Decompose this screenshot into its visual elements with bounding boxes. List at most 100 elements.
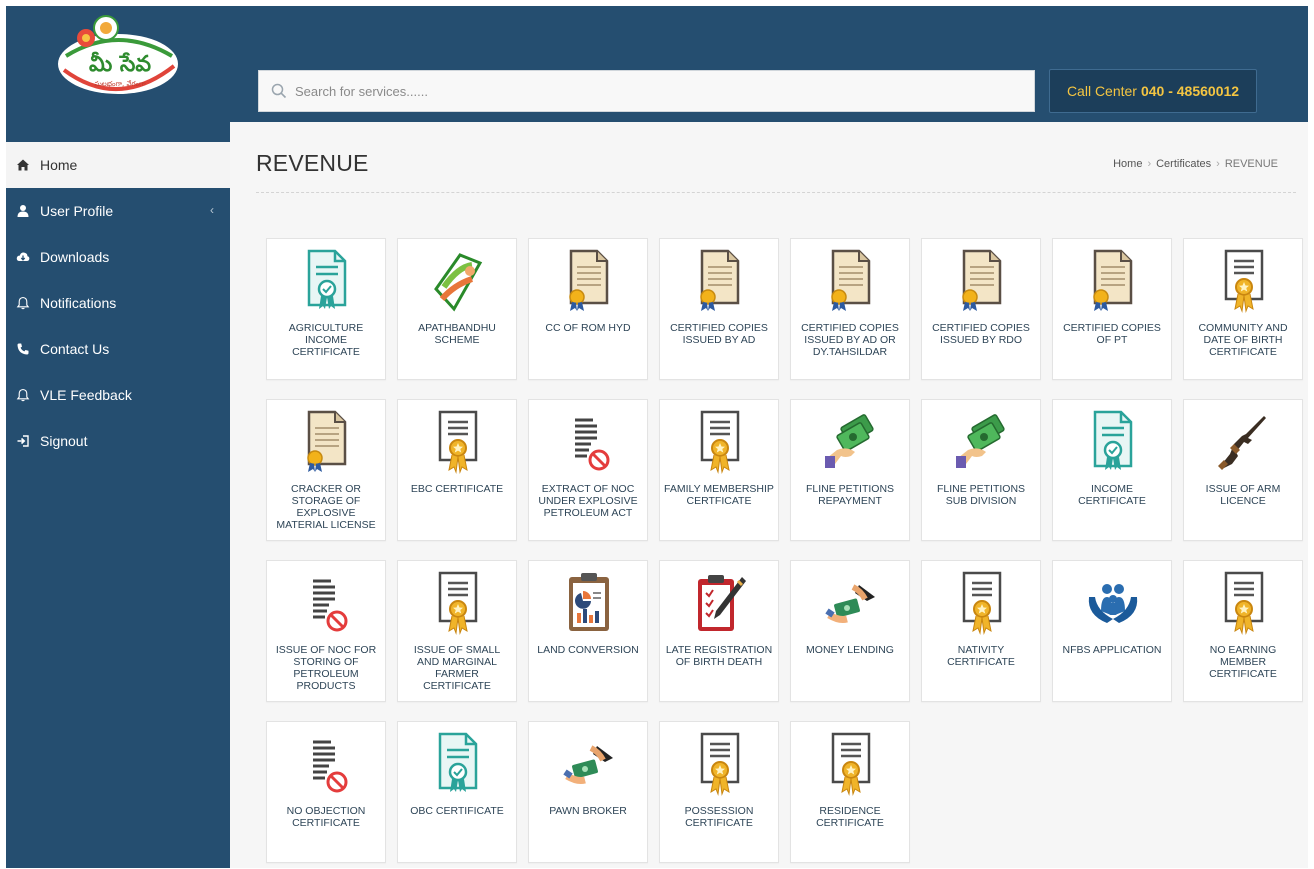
certificate-medal-icon bbox=[1218, 249, 1270, 313]
logo-tagline: సులభంగా, వేగంగా bbox=[94, 80, 146, 88]
search-input[interactable] bbox=[293, 82, 997, 100]
service-label: INCOME CERTIFICATE bbox=[1078, 483, 1146, 507]
service-label: APATHBANDHU SCHEME bbox=[418, 322, 496, 346]
rifle-icon bbox=[1218, 410, 1270, 474]
money-exchange-icon bbox=[825, 571, 877, 635]
document-ribbon-icon bbox=[563, 249, 615, 313]
sidebar-item-contact-us[interactable]: Contact Us bbox=[6, 326, 230, 372]
service-label: EXTRACT OF NOC UNDER EXPLOSIVE PETROLEUM… bbox=[538, 483, 638, 519]
service-tile[interactable]: NO OBJECTION CERTIFICATE bbox=[266, 721, 386, 863]
teal-certificate-icon bbox=[301, 249, 353, 313]
sidebar-item-home[interactable]: Home bbox=[6, 142, 230, 188]
sidebar-item-label: Signout bbox=[40, 433, 88, 449]
clipboard-chart-icon bbox=[563, 571, 615, 635]
service-label: CERTIFIED COPIES ISSUED BY RDO bbox=[932, 322, 1030, 346]
service-tile[interactable]: INCOME CERTIFICATE bbox=[1052, 399, 1172, 541]
service-tile[interactable]: EBC CERTIFICATE bbox=[397, 399, 517, 541]
teal-certificate-icon bbox=[1087, 410, 1139, 474]
logo-text: మీ సేవ bbox=[89, 51, 151, 77]
service-label: OBC CERTIFICATE bbox=[410, 805, 504, 817]
call-center-number: 040 - 48560012 bbox=[1140, 83, 1240, 99]
sidebar-item-notifications[interactable]: Notifications bbox=[6, 280, 230, 326]
service-tile[interactable]: PAWN BROKER bbox=[528, 721, 648, 863]
service-label: CERTIFIED COPIES ISSUED BY AD bbox=[670, 322, 768, 346]
sidebar-item-downloads[interactable]: Downloads bbox=[6, 234, 230, 280]
sidebar-item-label: Home bbox=[40, 157, 78, 173]
sidebar-item-vle-feedback[interactable]: VLE Feedback bbox=[6, 372, 230, 418]
service-tile[interactable]: CRACKER OR STORAGE OF EXPLOSIVE MATERIAL… bbox=[266, 399, 386, 541]
chevron-left-icon[interactable]: ‹ bbox=[210, 203, 214, 217]
sidebar-item-label: Notifications bbox=[40, 295, 117, 311]
no-document-icon bbox=[563, 410, 615, 474]
document-ribbon-icon bbox=[694, 249, 746, 313]
call-center-label: Call Center bbox=[1066, 83, 1137, 99]
service-tile[interactable]: ISSUE OF SMALL AND MARGINAL FARMER CERTI… bbox=[397, 560, 517, 702]
bell-icon bbox=[16, 296, 30, 310]
service-tile[interactable]: APATHBANDHU SCHEME bbox=[397, 238, 517, 380]
service-label: AGRICULTURE INCOME CERTIFICATE bbox=[288, 322, 364, 358]
no-document-icon bbox=[301, 571, 353, 635]
service-tile[interactable]: CERTIFIED COPIES OF PT bbox=[1052, 238, 1172, 380]
sidebar-item-label: Contact Us bbox=[40, 341, 110, 357]
service-tile[interactable]: NO EARNING MEMBER CERTIFICATE bbox=[1183, 560, 1303, 702]
certificate-medal-icon bbox=[825, 732, 877, 796]
breadcrumb-certificates[interactable]: Certificates bbox=[1156, 158, 1211, 170]
service-label: CC OF ROM HYD bbox=[545, 322, 631, 334]
page-title: REVENUE bbox=[256, 150, 369, 176]
no-document-icon bbox=[301, 732, 353, 796]
service-tile[interactable]: MONEY LENDING bbox=[790, 560, 910, 702]
service-label: RESIDENCE CERTIFICATE bbox=[816, 805, 884, 829]
service-tile[interactable]: NATIVITY CERTIFICATE bbox=[921, 560, 1041, 702]
sidebar-item-label: User Profile bbox=[40, 203, 114, 219]
helping-hand-icon bbox=[432, 249, 484, 313]
service-label: ISSUE OF SMALL AND MARGINAL FARMER CERTI… bbox=[413, 644, 501, 692]
money-exchange-icon bbox=[563, 732, 615, 796]
service-label: POSSESSION CERTIFICATE bbox=[684, 805, 754, 829]
title-divider bbox=[256, 192, 1296, 193]
search-bar[interactable] bbox=[258, 70, 1035, 112]
service-tile[interactable]: FLINE PETITIONS REPAYMENT bbox=[790, 399, 910, 541]
meeseva-logo[interactable]: మీ సేవ సులభంగా, వేగంగా bbox=[56, 14, 186, 96]
service-tile[interactable]: ISSUE OF NOC FOR STORING OF PETROLEUM PR… bbox=[266, 560, 386, 702]
service-label: LATE REGISTRATION OF BIRTH DEATH bbox=[665, 644, 773, 668]
service-tile[interactable]: EXTRACT OF NOC UNDER EXPLOSIVE PETROLEUM… bbox=[528, 399, 648, 541]
service-label: FAMILY MEMBERSHIP CERTFICATE bbox=[664, 483, 774, 507]
service-label: FLINE PETITIONS REPAYMENT bbox=[805, 483, 895, 507]
service-tile[interactable]: CERTIFIED COPIES ISSUED BY RDO bbox=[921, 238, 1041, 380]
sidebar-item-label: VLE Feedback bbox=[40, 387, 132, 403]
service-tile[interactable]: CERTIFIED COPIES ISSUED BY AD OR DY.TAHS… bbox=[790, 238, 910, 380]
service-tile[interactable]: POSSESSION CERTIFICATE bbox=[659, 721, 779, 863]
service-tile[interactable]: LATE REGISTRATION OF BIRTH DEATH bbox=[659, 560, 779, 702]
service-tile[interactable]: OBC CERTIFICATE bbox=[397, 721, 517, 863]
home-icon bbox=[17, 159, 29, 171]
service-label: EBC CERTIFICATE bbox=[410, 483, 504, 495]
certificate-medal-icon bbox=[1218, 571, 1270, 635]
document-ribbon-icon bbox=[301, 410, 353, 474]
service-tile[interactable]: FAMILY MEMBERSHIP CERTFICATE bbox=[659, 399, 779, 541]
service-tile[interactable]: COMMUNITY AND DATE OF BIRTH CERTIFICATE bbox=[1183, 238, 1303, 380]
service-tile[interactable]: AGRICULTURE INCOME CERTIFICATE bbox=[266, 238, 386, 380]
service-tile[interactable]: ISSUE OF ARM LICENCE bbox=[1183, 399, 1303, 541]
sidebar-item-user-profile[interactable]: User Profile ‹ bbox=[6, 188, 230, 234]
service-label: NO EARNING MEMBER CERTIFICATE bbox=[1209, 644, 1277, 680]
service-tile[interactable]: CERTIFIED COPIES ISSUED BY AD bbox=[659, 238, 779, 380]
service-tile[interactable]: FLINE PETITIONS SUB DIVISION bbox=[921, 399, 1041, 541]
service-label: COMMUNITY AND DATE OF BIRTH CERTIFICATE bbox=[1198, 322, 1288, 358]
service-label: ISSUE OF ARM LICENCE bbox=[1205, 483, 1281, 507]
breadcrumb-home[interactable]: Home bbox=[1113, 158, 1142, 170]
phone-icon bbox=[17, 343, 29, 355]
service-tile[interactable]: CC OF ROM HYD bbox=[528, 238, 648, 380]
service-tile[interactable]: RESIDENCE CERTIFICATE bbox=[790, 721, 910, 863]
service-label: ISSUE OF NOC FOR STORING OF PETROLEUM PR… bbox=[275, 644, 377, 692]
call-center-button[interactable]: Call Center 040 - 48560012 bbox=[1049, 69, 1257, 113]
service-label: CERTIFIED COPIES ISSUED BY AD OR DY.TAHS… bbox=[801, 322, 899, 358]
document-ribbon-icon bbox=[825, 249, 877, 313]
certificate-medal-icon bbox=[432, 571, 484, 635]
document-ribbon-icon bbox=[1087, 249, 1139, 313]
app-frame: మీ సేవ సులభంగా, వేగంగా Call Center 040 -… bbox=[6, 6, 1308, 868]
sidebar-item-signout[interactable]: Signout bbox=[6, 418, 230, 464]
service-tile[interactable]: LAND CONVERSION bbox=[528, 560, 648, 702]
service-tile[interactable]: NFBS APPLICATION bbox=[1052, 560, 1172, 702]
cash-hand-icon bbox=[956, 410, 1008, 474]
